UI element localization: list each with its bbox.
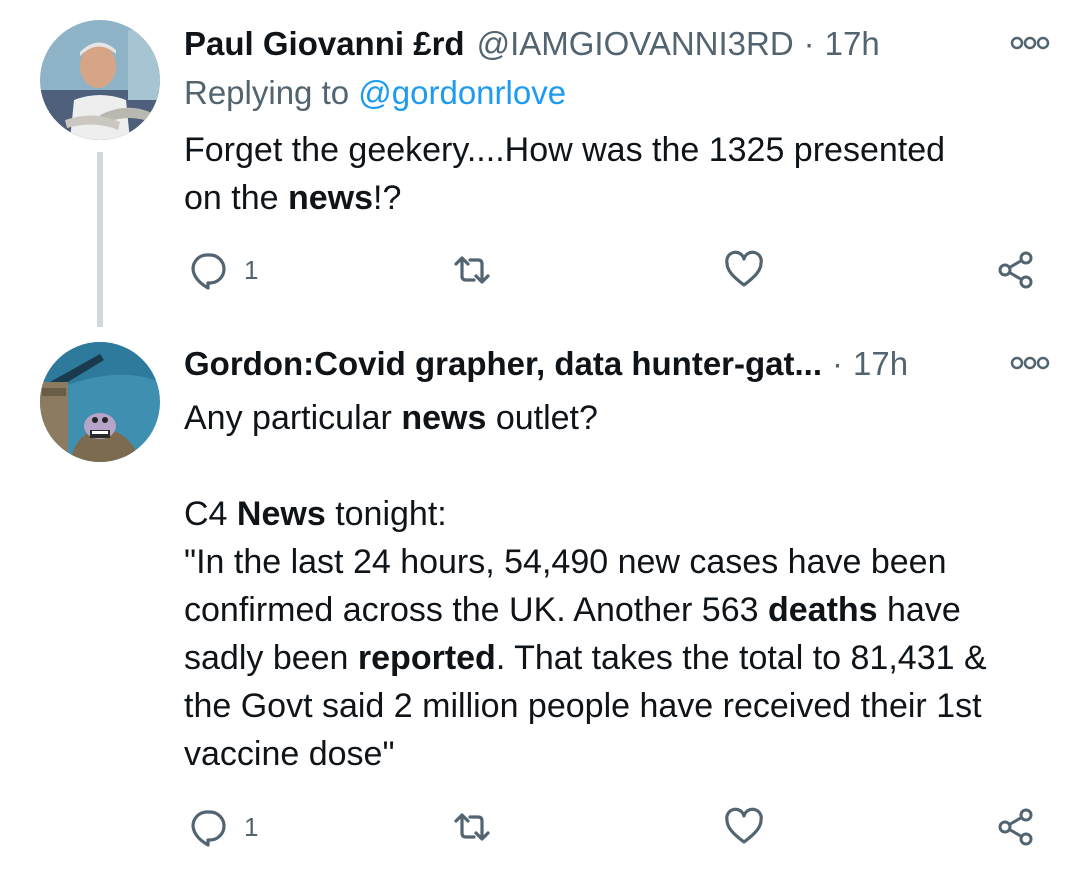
heart-icon	[725, 250, 763, 287]
tweet-header: Gordon:Covid grapher, data hunter-gat...…	[184, 340, 1050, 388]
user-avatar[interactable]	[40, 20, 160, 140]
share-button[interactable]	[996, 245, 1036, 295]
retweet-icon	[454, 813, 490, 841]
highlighted-term: deaths	[767, 591, 878, 629]
reply-count: 1	[244, 811, 259, 842]
tweet[interactable]: Paul Giovanni £rd @IAMGIOVANNI3RD · 17h …	[0, 0, 1080, 330]
user-handle[interactable]: @IAMGIOVANNI3RD	[477, 25, 794, 63]
user-avatar[interactable]	[40, 342, 160, 462]
more-icon[interactable]	[1010, 28, 1050, 58]
action-bar: 1	[184, 802, 1044, 852]
separator-dot: ·	[803, 25, 815, 62]
heart-icon	[725, 807, 763, 844]
reply-count: 1	[244, 254, 259, 285]
highlighted-term: news	[287, 179, 374, 217]
tweet-header: Paul Giovanni £rd @IAMGIOVANNI3RD · 17h	[184, 20, 1050, 68]
action-bar: 1	[184, 245, 1044, 295]
thread-line	[97, 152, 103, 327]
display-name[interactable]: Paul Giovanni £rd	[184, 25, 465, 63]
like-button[interactable]	[724, 802, 764, 852]
tweet-text: Forget the geekery....How was the 1325 p…	[184, 126, 1054, 222]
reply-icon	[191, 810, 226, 847]
replying-to-link[interactable]: @gordonrlove	[358, 74, 566, 111]
like-button[interactable]	[724, 245, 764, 295]
reply-button[interactable]: 1	[188, 245, 258, 295]
replying-prefix: Replying to	[184, 74, 350, 111]
separator-dot: ·	[832, 345, 844, 382]
tweet[interactable]: Gordon:Covid grapher, data hunter-gat...…	[0, 330, 1080, 873]
timestamp[interactable]: 17h	[825, 25, 880, 63]
highlighted-term: News	[236, 495, 326, 533]
retweet-icon	[454, 256, 490, 284]
tweet-text-segment: Any particular	[184, 399, 402, 437]
tweet-text-segment: !?	[373, 179, 402, 217]
retweet-button[interactable]	[452, 245, 492, 295]
timestamp[interactable]: 17h	[853, 345, 908, 383]
highlighted-term: reported	[357, 639, 496, 677]
highlighted-term: news	[401, 399, 487, 437]
share-icon	[998, 808, 1033, 846]
more-icon[interactable]	[1010, 348, 1050, 378]
reply-icon	[191, 253, 226, 290]
replying-to: Replying to @gordonrlove	[184, 74, 566, 112]
share-button[interactable]	[996, 802, 1036, 852]
display-name[interactable]: Gordon:Covid grapher, data hunter-gat...	[184, 345, 822, 383]
retweet-button[interactable]	[452, 802, 492, 852]
share-icon	[998, 251, 1033, 289]
tweet-text: Any particular news outlet? C4 News toni…	[184, 394, 1054, 778]
reply-button[interactable]: 1	[188, 802, 258, 852]
